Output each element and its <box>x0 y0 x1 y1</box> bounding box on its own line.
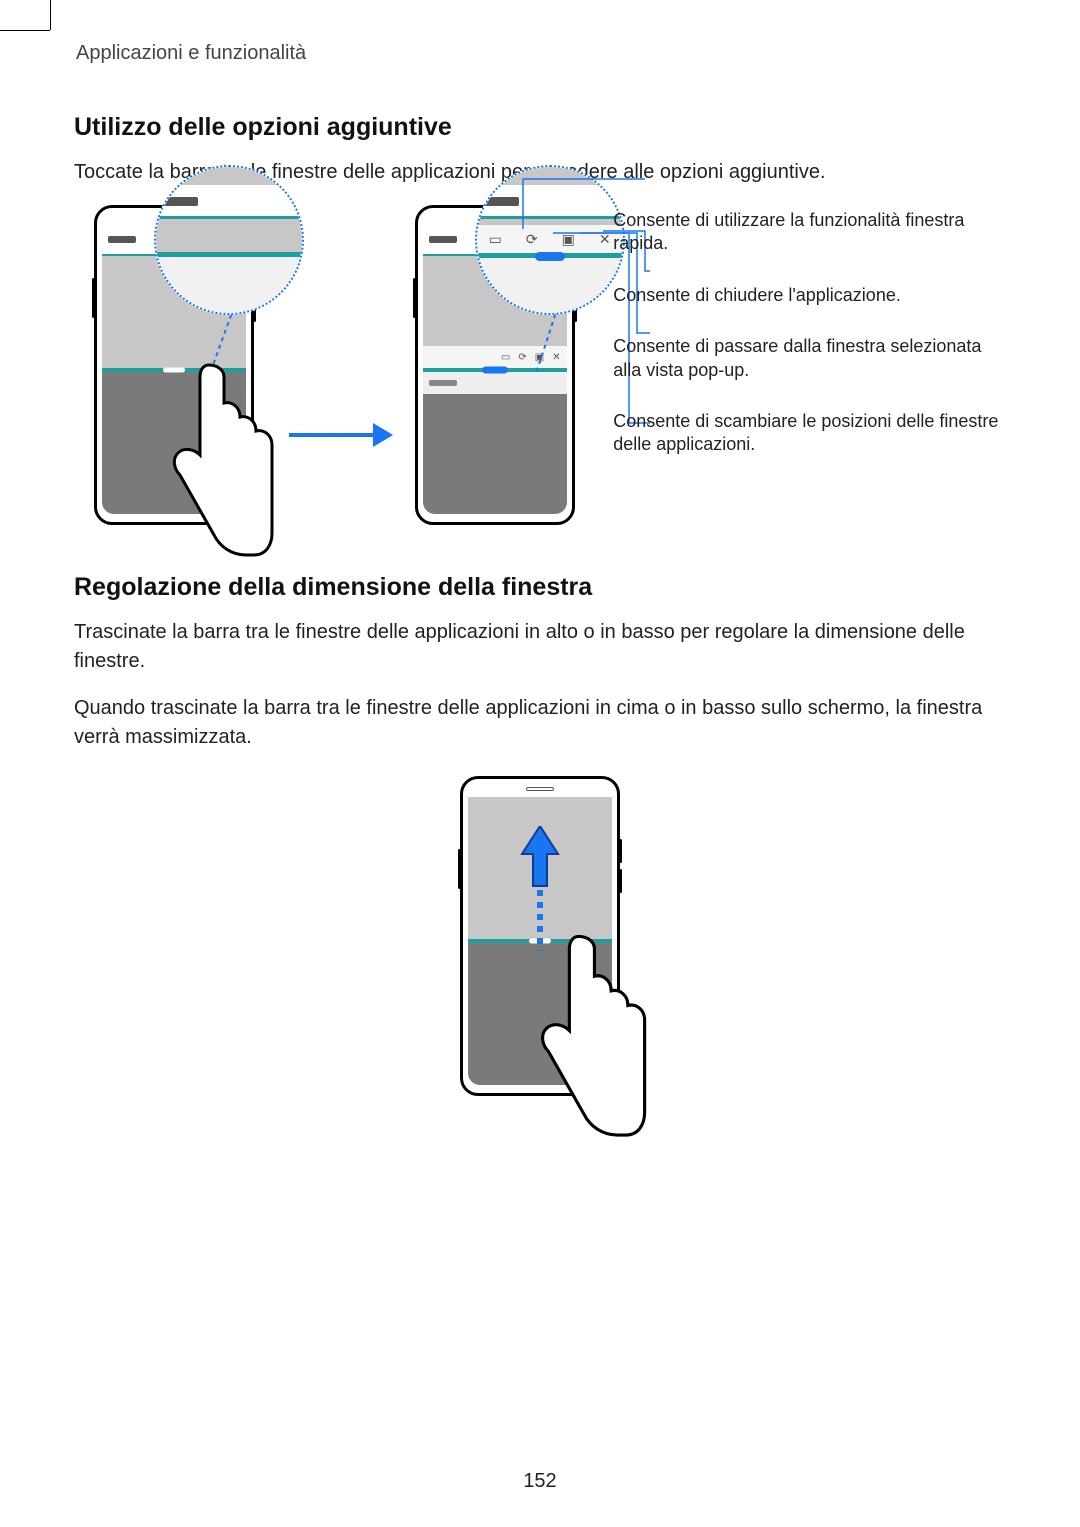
magnifier-zoom-1 <box>154 165 304 315</box>
snap-window-icon: ▭ <box>489 231 502 248</box>
figure-phone-tap <box>94 205 265 525</box>
figure-phone-options: ▭ ⟳ ▣ ✕ ▭ ⟳ ▣ ✕ <box>415 205 586 525</box>
breadcrumb: Applicazioni e funzionalità <box>76 42 1006 65</box>
callout-swap-windows: Consente di scambiare le posizioni delle… <box>605 410 1006 457</box>
magnifier-zoom-2: ▭ ⟳ ▣ ✕ <box>475 165 625 315</box>
arrow-right-icon <box>285 415 395 455</box>
callout-close-app: Consente di chiudere l'applicazione. <box>605 284 1006 307</box>
paragraph-resize-1: Trascinate la barra tra le finestre dell… <box>74 618 1006 676</box>
popup-view-icon: ▣ <box>562 231 575 248</box>
swap-windows-icon: ⟳ <box>518 352 526 363</box>
heading-resize-window: Regolazione della dimensione della fines… <box>74 573 1006 602</box>
figure-resize <box>74 776 1006 1096</box>
page-number: 152 <box>0 1470 1080 1493</box>
swap-windows-icon: ⟳ <box>526 231 538 248</box>
arrow-up-icon <box>520 826 560 946</box>
callout-popup-view: Consente di passare dalla finestra selez… <box>605 335 1006 382</box>
callout-column: Consente di utilizzare la funzionalità f… <box>605 205 1006 485</box>
figure-options-row: ▭ ⟳ ▣ ✕ ▭ ⟳ ▣ ✕ <box>94 205 1006 525</box>
paragraph-resize-2: Quando trascinate la barra tra le finest… <box>74 694 1006 752</box>
snap-window-icon: ▭ <box>501 352 510 363</box>
heading-additional-options: Utilizzo delle opzioni aggiuntive <box>74 113 1006 142</box>
page-content: Applicazioni e funzionalità Utilizzo del… <box>0 0 1080 1174</box>
crop-mark-horizontal <box>0 30 50 31</box>
callout-snap-window: Consente di utilizzare la funzionalità f… <box>605 209 1006 256</box>
close-app-icon: ✕ <box>552 352 560 363</box>
crop-mark-vertical <box>50 0 51 30</box>
